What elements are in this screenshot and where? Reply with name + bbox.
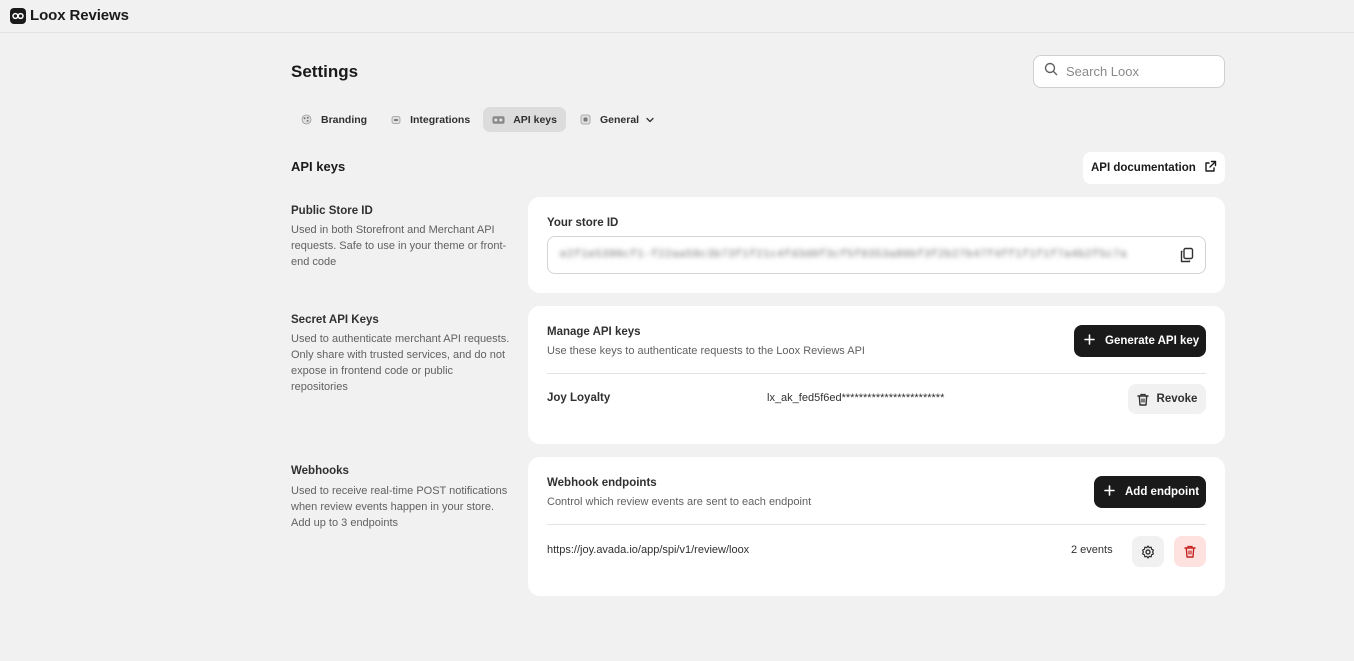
section-title: API keys [291, 159, 346, 174]
search-input[interactable] [1066, 64, 1216, 79]
webhook-endpoints-card: Webhook endpoints Control which review e… [528, 457, 1225, 596]
app-title: Loox Reviews [30, 6, 129, 24]
api-documentation-button[interactable]: API documentation [1083, 152, 1225, 184]
generate-api-key-label: Generate API key [1105, 335, 1200, 347]
integrations-icon [389, 113, 402, 126]
webhooks-description: Used to receive real-time POST notificat… [291, 485, 508, 529]
api-documentation-label: API documentation [1091, 162, 1196, 174]
manage-api-keys-subtitle: Use these keys to authenticate requests … [547, 345, 865, 357]
tab-integrations[interactable]: Integrations [380, 107, 479, 132]
tab-branding-label: Branding [321, 113, 368, 126]
search-icon [1044, 62, 1058, 81]
app-header: Loox Reviews [0, 0, 1354, 33]
tab-integrations-label: Integrations [410, 113, 471, 126]
api-keys-icon [492, 113, 505, 126]
chevron-down-icon[interactable] [646, 115, 654, 125]
external-link-icon [1204, 160, 1217, 176]
public-store-description: Used in both Storefront and Merchant API… [291, 224, 507, 268]
plus-icon [1104, 484, 1115, 499]
manage-api-keys-card: Manage API keys Use these keys to authen… [528, 306, 1225, 444]
branding-icon [300, 113, 313, 126]
secret-keys-title: Secret API Keys [291, 314, 379, 326]
api-key-name: Joy Loyalty [547, 392, 611, 404]
manage-api-keys-label: Manage API keys [547, 326, 641, 338]
search-box[interactable] [1033, 55, 1225, 88]
add-endpoint-button[interactable]: Add endpoint [1094, 476, 1206, 508]
revoke-label: Revoke [1156, 393, 1198, 405]
store-id-card: Your store ID e2f1e5390cf1-f22aa59c3b73f… [528, 197, 1225, 293]
divider [547, 373, 1206, 374]
delete-webhook-button[interactable] [1174, 536, 1206, 567]
tab-branding[interactable]: Branding [291, 107, 376, 132]
public-store-title: Public Store ID [291, 205, 373, 217]
webhook-url: https://joy.avada.io/app/spi/v1/review/l… [547, 544, 750, 556]
store-id-value: e2f1e5390cf1-f22aa59c3b73f1f21c4fd3d0f3c… [560, 249, 1128, 261]
webhook-settings-button[interactable] [1132, 536, 1164, 567]
loox-logo-icon [10, 8, 26, 24]
api-key-value: lx_ak_fed5f6ed************************ [767, 392, 945, 404]
page-title: Settings [291, 62, 359, 81]
webhook-events-count: 2 events [1071, 544, 1113, 556]
secret-keys-description: Used to authenticate merchant API reques… [291, 333, 510, 393]
webhook-endpoints-label: Webhook endpoints [547, 477, 657, 489]
tab-general[interactable]: General [570, 107, 663, 132]
divider [547, 524, 1206, 525]
settings-tabs: Branding Integrations API keys General [291, 107, 663, 132]
store-id-label: Your store ID [547, 217, 619, 229]
gear-icon [1141, 544, 1155, 559]
plus-icon [1084, 333, 1095, 348]
tab-api-keys[interactable]: API keys [483, 107, 566, 132]
trash-icon [1136, 393, 1149, 406]
revoke-button[interactable]: Revoke [1128, 384, 1206, 414]
generate-api-key-button[interactable]: Generate API key [1074, 325, 1206, 357]
copy-icon[interactable] [1179, 247, 1195, 263]
tab-api-keys-label: API keys [513, 113, 557, 126]
general-icon [579, 113, 592, 126]
webhook-endpoints-subtitle: Control which review events are sent to … [547, 496, 812, 508]
tab-general-label: General [599, 113, 640, 126]
trash-icon [1184, 545, 1196, 558]
webhooks-title: Webhooks [291, 465, 349, 477]
add-endpoint-label: Add endpoint [1125, 486, 1200, 498]
store-id-field[interactable]: e2f1e5390cf1-f22aa59c3b73f1f21c4fd3d0f3c… [547, 236, 1206, 274]
